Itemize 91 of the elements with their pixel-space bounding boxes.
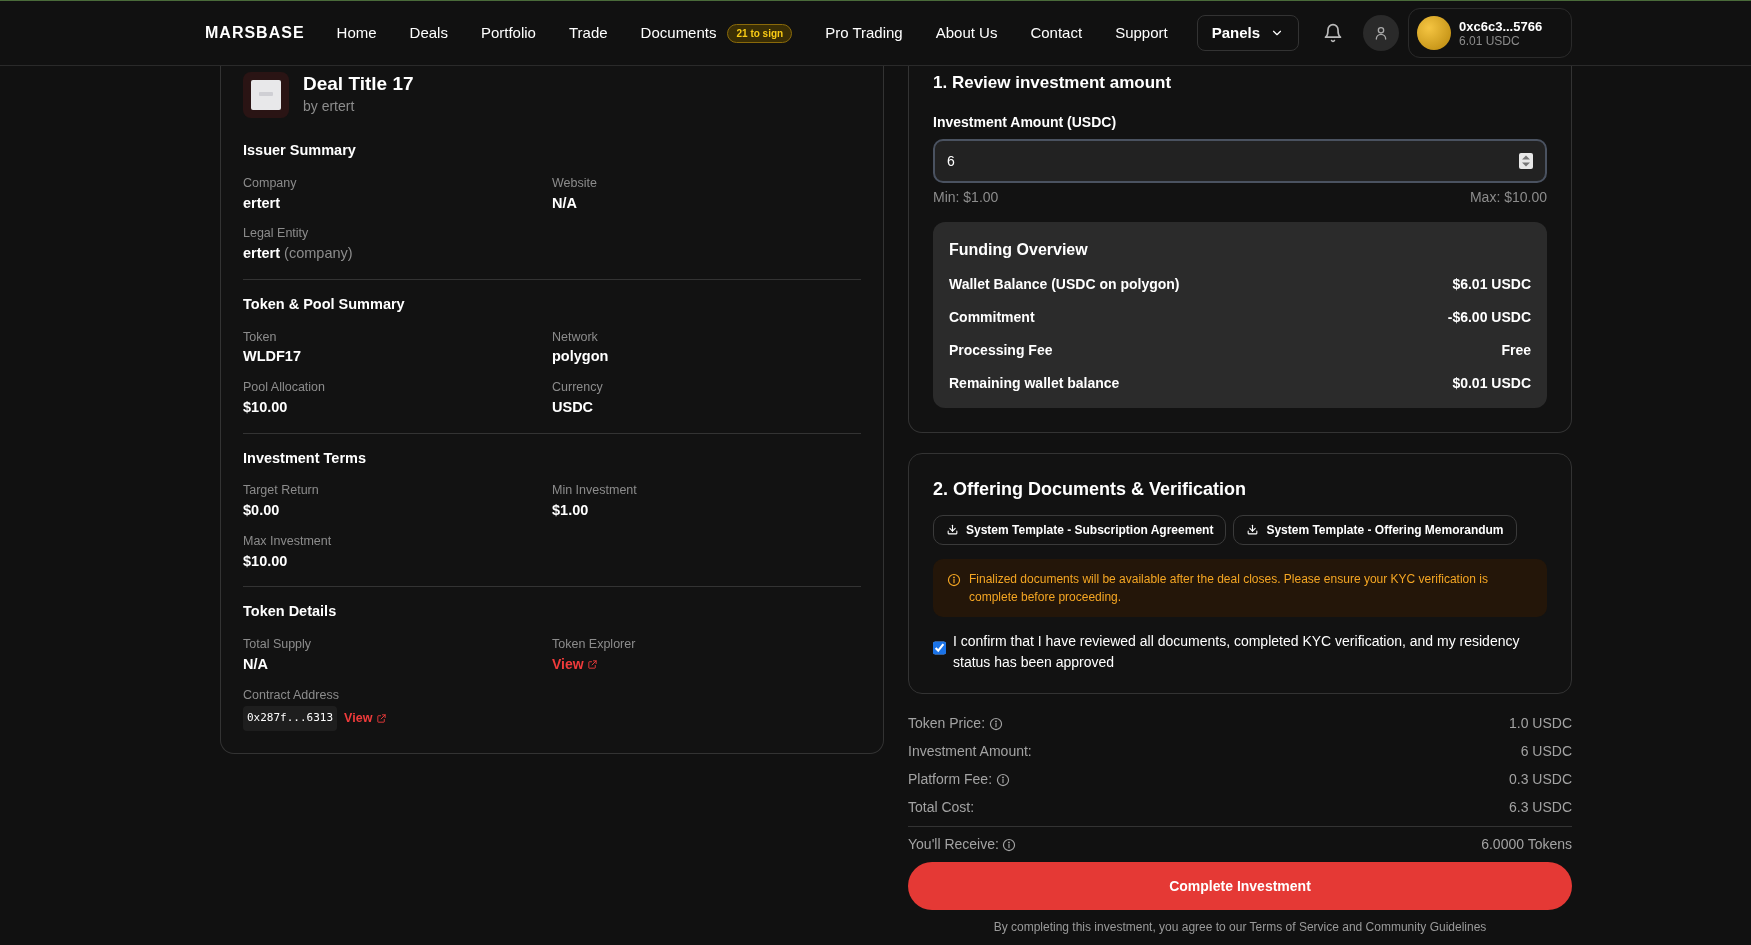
field-value: $10.00 <box>243 397 289 417</box>
summary-value: 6 USDC <box>1520 742 1572 761</box>
input-label: Investment Amount (USDC) <box>933 112 1118 132</box>
avatar-button[interactable] <box>1363 15 1400 51</box>
summary-value: 1.0 USDC <box>1508 714 1572 733</box>
complete-investment-button[interactable]: Complete Investment <box>908 862 1572 910</box>
download-button[interactable]: System Template - Subscription Agreement <box>933 514 1227 545</box>
download-icon <box>1246 523 1260 536</box>
summary-label: You'll Receive: <box>908 835 999 854</box>
field-label: Min Investment <box>552 482 638 500</box>
summary-label: Token Price: <box>908 714 986 733</box>
field-label: Max Investment <box>243 532 333 550</box>
field-label: Token Explorer <box>552 636 637 653</box>
info-icon <box>1002 837 1017 852</box>
count-badge: 21 to sign <box>727 23 793 43</box>
row-value: $0.01 USDC <box>1452 373 1531 393</box>
field-value: USDC <box>552 397 595 417</box>
field-label: Website <box>552 174 598 192</box>
section-title: Token Details <box>243 602 338 622</box>
row-value: Free <box>1501 340 1531 360</box>
alert-text: Finalized documents will be available after the deal closes. Please ensure your KYC verification is complete before proceeding. <box>969 570 1489 606</box>
field-label: Pool Allocation <box>243 379 326 396</box>
field-label: Legal Entity <box>243 225 310 243</box>
summary-label: Investment Amount: <box>908 742 1032 761</box>
confirm-text: I confirm that I have reviewed all documents, completed KYC verification, and my residency status has been approved <box>953 631 1521 672</box>
field-value: ertert <box>243 193 282 213</box>
wallet-address: 0xc6c3...5766 <box>1459 18 1543 36</box>
field-value: $10.00 <box>243 551 289 571</box>
nav-link[interactable]: Portfolio <box>480 21 536 45</box>
info-icon <box>988 716 1003 731</box>
field-value: $1.00 <box>552 501 590 520</box>
max-text: Max: $10.00 <box>1469 187 1547 207</box>
logo[interactable]: MARSBASE <box>205 21 305 45</box>
field-label: Network <box>552 328 599 346</box>
panels-button[interactable]: Panels <box>1196 15 1300 51</box>
external-link-icon <box>587 658 599 670</box>
summary-value: 0.3 USDC <box>1508 770 1572 789</box>
row-value: -$6.00 USDC <box>1447 307 1531 327</box>
field-value: N/A <box>552 193 578 213</box>
nav-link[interactable]: About Us <box>935 21 998 45</box>
row-label: Processing Fee <box>949 340 1053 360</box>
field-value: ertert (company) <box>243 244 354 263</box>
info-icon <box>995 772 1010 787</box>
section-title: Token & Pool Summary <box>243 294 406 314</box>
info-icon <box>947 572 961 587</box>
view-link[interactable]: View <box>552 653 599 675</box>
field-value: polygon <box>552 347 610 367</box>
step-title: 2. Offering Documents & Verification <box>933 477 1248 501</box>
nav-link[interactable]: Home <box>336 21 377 45</box>
terms-text: By completing this investment, you agree to our Terms of Service and Community Guidelines <box>992 919 1488 936</box>
view-link[interactable]: View <box>344 709 387 728</box>
coin-icon <box>1417 16 1451 50</box>
field-label: Token <box>243 328 278 346</box>
field-value: $0.00 <box>243 501 281 520</box>
nav-link[interactable]: Trade <box>568 21 608 45</box>
wallet-button[interactable]: 0xc6c3...5766 6.01 USDC <box>1408 8 1572 58</box>
nav-link[interactable]: Deals <box>409 21 448 45</box>
step-title: 1. Review investment amount <box>933 72 1173 94</box>
wallet-balance: 6.01 USDC <box>1459 35 1521 48</box>
row-label: Wallet Balance (USDC on polygon) <box>949 274 1180 294</box>
summary-label: Total Cost: <box>908 798 975 817</box>
field-value: WLDF17 <box>243 347 302 367</box>
nav-link[interactable]: Documents <box>640 21 717 45</box>
nav-link[interactable]: Support <box>1115 21 1168 45</box>
min-text: Min: $1.00 <box>933 187 999 207</box>
field-value: N/A <box>243 654 269 674</box>
field-label: Company <box>243 174 298 192</box>
row-value: $6.01 USDC <box>1452 274 1531 294</box>
deal-title: Deal Title 17 <box>303 73 414 96</box>
summary-label: Platform Fee: <box>908 770 993 789</box>
download-icon <box>946 523 959 536</box>
field-label: Currency <box>552 379 604 396</box>
section-title: Issuer Summary <box>243 141 357 160</box>
confirm-checkbox[interactable] <box>933 640 946 655</box>
summary-value: 6.3 USDC <box>1508 798 1572 817</box>
panel-title: Funding Overview <box>949 239 1089 260</box>
field-label: Contract Address <box>243 686 340 704</box>
nav-link[interactable]: Contact <box>1030 21 1083 45</box>
row-label: Commitment <box>949 307 1035 327</box>
nav-link[interactable]: Pro Trading <box>825 21 903 45</box>
section-title: Investment Terms <box>243 448 368 468</box>
summary-value: 6.0000 Tokens <box>1481 835 1572 854</box>
external-link-icon <box>375 713 387 724</box>
address-code: 0x287f...6313 <box>243 706 338 731</box>
notification-icon[interactable] <box>1323 23 1344 43</box>
amount-input[interactable]: 6 <box>933 138 1547 183</box>
field-label: Target Return <box>243 482 320 500</box>
author-text: by ertert <box>303 96 356 116</box>
download-button[interactable]: System Template - Offering Memorandum <box>1233 514 1517 545</box>
field-label: Total Supply <box>243 636 313 653</box>
row-label: Remaining wallet balance <box>949 373 1120 393</box>
